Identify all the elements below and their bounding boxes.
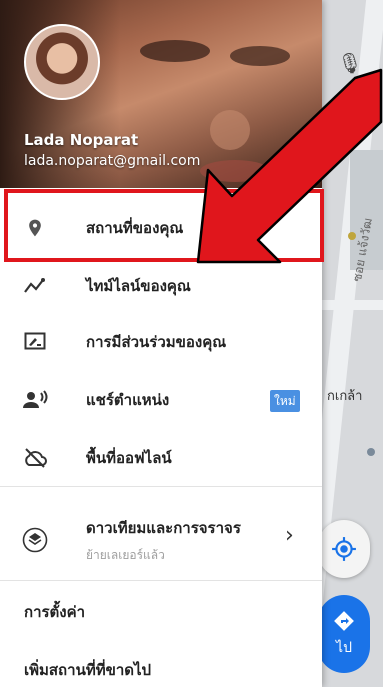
- share-location-icon: [22, 387, 48, 413]
- header-photo-detail: [210, 110, 250, 150]
- menu-item-your-timeline[interactable]: ไทม์ไลน์ของคุณ: [0, 258, 322, 314]
- menu-item-label: การมีส่วนร่วมของคุณ: [86, 333, 227, 351]
- directions-icon: [334, 611, 354, 631]
- map-poi-dot[interactable]: [367, 448, 375, 456]
- add-missing-place-link[interactable]: เพิ่มสถานที่ที่ขาดไป: [24, 658, 151, 682]
- offline-cloud-icon: [22, 445, 48, 471]
- map-place-label: กเกล้า: [327, 389, 363, 404]
- go-directions-button[interactable]: ไป: [318, 595, 370, 673]
- avatar[interactable]: [24, 24, 100, 100]
- account-name: Lada Noparat: [24, 131, 139, 149]
- timeline-icon: [22, 273, 48, 299]
- highlight-box: [4, 189, 324, 262]
- gps-crosshair-icon: [332, 537, 356, 561]
- menu-item-text: ดาวเทียมและการจราจร ย้ายเลเยอร์แล้ว: [86, 516, 241, 565]
- menu-item-label: ดาวเทียมและการจราจร: [86, 518, 241, 537]
- account-email: lada.noparat@gmail.com: [24, 153, 201, 169]
- menu-item-label: ไทม์ไลน์ของคุณ: [86, 277, 191, 295]
- header-photo-detail: [140, 40, 210, 62]
- header-photo-detail: [230, 46, 290, 66]
- menu-item-sublabel: ย้ายเลเยอร์แล้ว: [86, 547, 165, 562]
- map-road: [322, 300, 383, 310]
- menu-item-offline-areas[interactable]: พื้นที่ออฟไลน์: [0, 430, 322, 486]
- settings-link[interactable]: การตั้งค่า: [24, 600, 85, 624]
- menu-divider: [0, 580, 322, 581]
- menu-item-satellite-traffic[interactable]: ดาวเทียมและการจราจร ย้ายเลเยอร์แล้ว ›: [0, 508, 322, 572]
- my-location-button[interactable]: [318, 520, 370, 578]
- account-header[interactable]: Lada Noparat lada.noparat@gmail.com: [0, 0, 322, 188]
- menu-item-your-contributions[interactable]: การมีส่วนร่วมของคุณ: [0, 314, 322, 370]
- menu-item-label: แชร์ตำแหน่ง: [86, 391, 170, 409]
- new-badge: ใหม่: [270, 390, 300, 412]
- contribute-icon: [22, 329, 48, 355]
- menu-divider: [0, 486, 322, 487]
- navigation-drawer: Lada Noparat lada.noparat@gmail.com สถาน…: [0, 0, 322, 687]
- header-photo-detail: [200, 160, 270, 182]
- chevron-right-icon: ›: [285, 523, 294, 548]
- menu-item-location-sharing[interactable]: แชร์ตำแหน่ง ใหม่: [0, 372, 322, 428]
- microphone-icon[interactable]: 🎙: [335, 48, 365, 78]
- go-label: ไป: [336, 640, 352, 656]
- layers-icon: [22, 527, 48, 553]
- menu-item-label: พื้นที่ออฟไลน์: [86, 449, 172, 467]
